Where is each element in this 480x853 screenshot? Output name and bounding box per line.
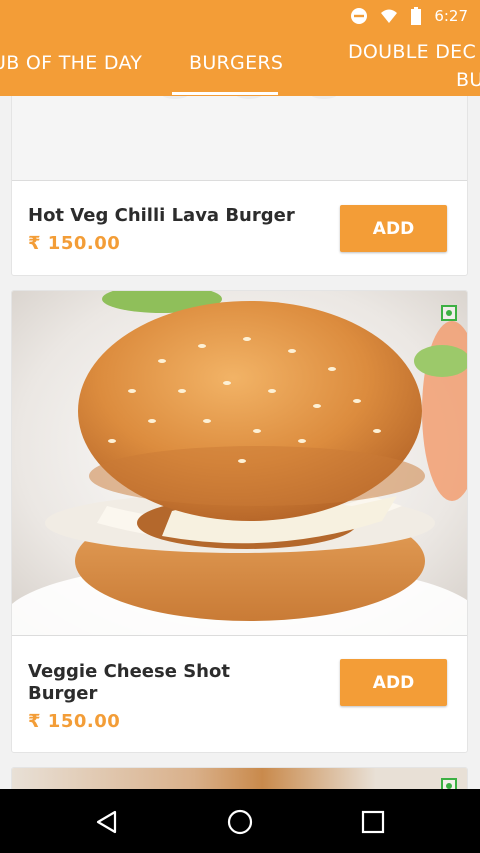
menu-item-card: Hot Veg Chilli Lava Burger ₹ 150.00 ADD [11, 96, 468, 276]
carousel-dot [234, 96, 264, 99]
category-tab-bar: UB OF THE DAY BURGERS DOUBLE DEC BU [0, 32, 480, 96]
tab-label-line-1: DOUBLE DEC [348, 41, 477, 63]
add-button[interactable]: ADD [340, 659, 447, 706]
system-nav-bar [0, 789, 480, 853]
menu-item-image [12, 768, 467, 789]
menu-item-card [11, 767, 468, 789]
carousel-dot [160, 96, 190, 99]
back-icon[interactable] [92, 807, 122, 837]
veg-indicator-icon [441, 305, 457, 321]
menu-item-name: Hot Veg Chilli Lava Burger [28, 205, 295, 226]
wifi-icon [380, 7, 398, 25]
tab-selected-indicator [172, 92, 278, 95]
menu-item-image [12, 96, 467, 181]
menu-item-price: ₹ 150.00 [28, 233, 121, 254]
menu-item-price: ₹ 150.00 [28, 711, 121, 732]
veg-indicator-icon [441, 778, 457, 789]
recents-icon[interactable] [358, 807, 388, 837]
menu-item-card: Veggie Cheese Shot Burger ₹ 150.00 ADD [11, 290, 468, 753]
burger-photo [12, 291, 467, 636]
add-button[interactable]: ADD [340, 205, 447, 252]
status-bar: 6:27 [0, 0, 480, 32]
status-time: 6:27 [434, 7, 468, 25]
menu-item-name: Veggie Cheese Shot Burger [28, 661, 230, 704]
home-icon[interactable] [225, 807, 255, 837]
tab-burgers[interactable]: BURGERS [189, 52, 283, 74]
tab-club-of-the-day[interactable]: UB OF THE DAY [0, 52, 142, 74]
battery-icon [410, 7, 422, 25]
tab-label-line-2: BU [456, 69, 480, 91]
carousel-dot [309, 96, 339, 99]
menu-list[interactable]: Hot Veg Chilli Lava Burger ₹ 150.00 ADD [0, 96, 480, 789]
tab-double-decker-burgers[interactable]: DOUBLE DEC BU [348, 38, 480, 94]
do-not-disturb-icon [350, 7, 368, 25]
